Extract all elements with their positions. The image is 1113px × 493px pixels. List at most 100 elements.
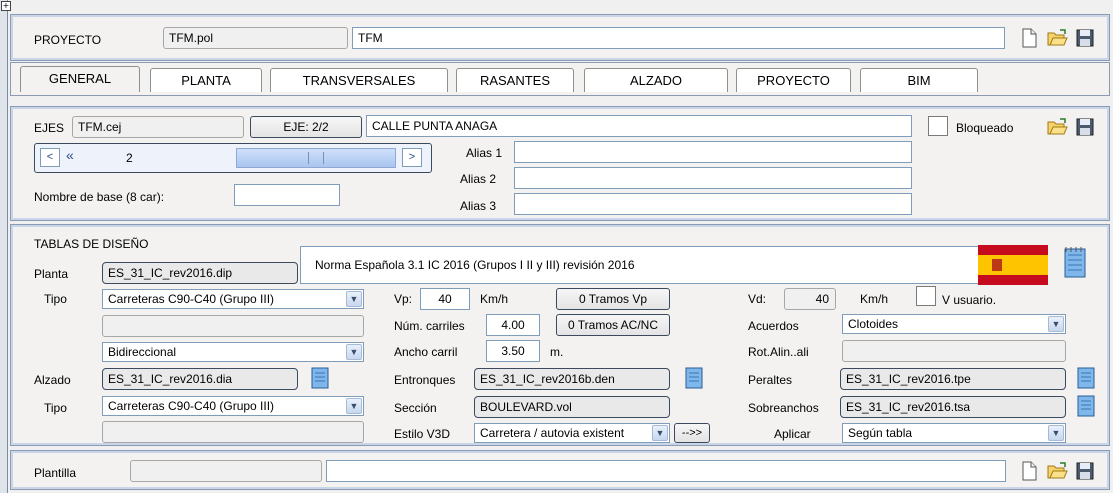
- acuerdos-select[interactable]: Clotoides ▼: [842, 314, 1066, 334]
- entronques-notepad-icon[interactable]: [684, 366, 704, 390]
- alias3-label: Alias 3: [460, 199, 497, 213]
- nav-first-icon[interactable]: «: [66, 147, 74, 163]
- bloqueado-label: Bloqueado: [956, 121, 1014, 135]
- alias2-input[interactable]: [514, 167, 912, 189]
- vp-label: Vp:: [394, 292, 413, 306]
- notepad-icon[interactable]: [1062, 246, 1088, 280]
- tab-general[interactable]: GENERAL: [20, 66, 140, 92]
- ancho-unit: m.: [550, 345, 564, 359]
- nav-slider-thumb[interactable]: [308, 152, 324, 164]
- peraltes-notepad-icon[interactable]: [1076, 366, 1096, 390]
- new-document-icon[interactable]: [1018, 27, 1040, 49]
- estilo-select-value: Carretera / autovia existent: [480, 426, 625, 440]
- rotalin-label: Rot.Alin..ali: [748, 345, 809, 359]
- sobreanchos-notepad-icon[interactable]: [1076, 394, 1096, 418]
- plantilla-file-field[interactable]: [130, 460, 322, 482]
- nombre-base-input[interactable]: [234, 184, 340, 206]
- dock-bar: [0, 0, 8, 493]
- ancho-input[interactable]: 3.50: [486, 340, 540, 362]
- alias3-input[interactable]: [514, 193, 912, 215]
- rotalin-field: [842, 340, 1066, 362]
- entronques-file-field[interactable]: ES_31_IC_rev2016b.den: [474, 368, 670, 390]
- sobreanchos-file-field[interactable]: ES_31_IC_rev2016.tsa: [840, 396, 1066, 418]
- peraltes-file-field[interactable]: ES_31_IC_rev2016.tpe: [840, 368, 1066, 390]
- aplicar-label: Aplicar: [774, 427, 811, 441]
- ejes-open-folder-icon[interactable]: [1046, 116, 1068, 138]
- chevron-down-icon[interactable]: ▼: [1048, 425, 1064, 441]
- proyecto-name-input[interactable]: TFM: [352, 27, 1005, 49]
- alias1-input[interactable]: [514, 141, 912, 163]
- norma-field: Norma Española 3.1 IC 2016 (Grupos I II …: [300, 246, 1046, 284]
- aplicar-select-value: Según tabla: [848, 426, 913, 440]
- tramos-acnc-button[interactable]: 0 Tramos AC/NC: [556, 314, 670, 336]
- aplicar-select[interactable]: Según tabla ▼: [842, 423, 1066, 443]
- proyecto-file-field[interactable]: TFM.pol: [163, 27, 348, 49]
- tipo-blank-field: [102, 315, 364, 337]
- ancho-label: Ancho carril: [394, 345, 458, 359]
- tipo2-select-value: Carreteras C90-C40 (Grupo III): [108, 399, 275, 413]
- carriles-label: Núm. carriles: [394, 319, 465, 333]
- nav-next-button[interactable]: >: [402, 148, 422, 167]
- nav-value: 2: [126, 151, 133, 165]
- peraltes-label: Peraltes: [748, 373, 793, 387]
- alias2-label: Alias 2: [460, 172, 497, 186]
- planta-label: Planta: [34, 267, 69, 281]
- tab-alzado[interactable]: ALZADO: [584, 68, 728, 92]
- planta-file-field[interactable]: ES_31_IC_rev2016.dip: [102, 262, 298, 284]
- tipo2-label: Tipo: [44, 401, 67, 415]
- ejes-file-field[interactable]: TFM.cej: [72, 116, 244, 138]
- chevron-down-icon[interactable]: ▼: [346, 291, 362, 307]
- tipo2-blank-field: [102, 421, 364, 443]
- alzado-notepad-icon[interactable]: [310, 366, 330, 390]
- chevron-down-icon[interactable]: ▼: [346, 344, 362, 360]
- sobreanchos-label: Sobreanchos: [748, 401, 819, 415]
- estilo-go-button[interactable]: -->>: [674, 423, 710, 443]
- vd-unit: Km/h: [860, 292, 889, 306]
- acuerdos-select-value: Clotoides: [848, 317, 899, 331]
- bloqueado-checkbox[interactable]: [928, 116, 948, 136]
- nav-prev-button[interactable]: <: [40, 148, 60, 167]
- tipo-select[interactable]: Carreteras C90-C40 (Grupo III) ▼: [102, 289, 364, 309]
- tablas-title: TABLAS DE DISEÑO: [34, 237, 149, 251]
- tab-transversales[interactable]: TRANSVERSALES: [270, 68, 448, 92]
- tab-planta[interactable]: PLANTA: [150, 68, 262, 92]
- vd-label: Vd:: [748, 292, 767, 306]
- carriles-input[interactable]: 4.00: [486, 314, 540, 336]
- plantilla-name-input[interactable]: [326, 460, 1006, 482]
- vusuario-label: V usuario.: [942, 293, 997, 307]
- alzado-label: Alzado: [34, 373, 71, 387]
- proyecto-label: PROYECTO: [34, 33, 102, 47]
- alias1-label: Alias 1: [466, 146, 503, 160]
- tab-proyecto[interactable]: PROYECTO: [736, 68, 851, 92]
- chevron-down-icon[interactable]: ▼: [652, 425, 668, 441]
- eje-name-input[interactable]: CALLE PUNTA ANAGA: [366, 115, 912, 137]
- save-disk-icon[interactable]: [1074, 27, 1096, 49]
- plantilla-open-folder-icon[interactable]: [1046, 460, 1068, 482]
- estilo-label: Estilo V3D: [394, 427, 451, 441]
- chevron-down-icon[interactable]: ▼: [1048, 316, 1064, 332]
- direccion-select[interactable]: Bidireccional ▼: [102, 342, 364, 362]
- vd-field: 40: [784, 288, 836, 310]
- tab-bim[interactable]: BIM: [860, 68, 978, 92]
- direccion-select-value: Bidireccional: [108, 345, 177, 359]
- ejes-save-disk-icon[interactable]: [1074, 116, 1096, 138]
- tipo-label: Tipo: [44, 292, 67, 306]
- entronques-label: Entronques: [394, 373, 456, 387]
- acuerdos-label: Acuerdos: [748, 319, 799, 333]
- tab-rasantes[interactable]: RASANTES: [456, 68, 574, 92]
- vp-unit: Km/h: [480, 292, 509, 306]
- eje-select-button[interactable]: EJE: 2/2: [250, 116, 362, 138]
- estilo-select[interactable]: Carretera / autovia existent ▼: [474, 423, 670, 443]
- tipo2-select[interactable]: Carreteras C90-C40 (Grupo III) ▼: [102, 396, 364, 416]
- chevron-down-icon[interactable]: ▼: [346, 398, 362, 414]
- vp-input[interactable]: 40: [420, 288, 470, 310]
- pin-icon[interactable]: +: [1, 1, 11, 11]
- plantilla-save-disk-icon[interactable]: [1074, 460, 1096, 482]
- open-folder-icon[interactable]: [1046, 27, 1068, 49]
- alzado-file-field[interactable]: ES_31_IC_rev2016.dia: [102, 368, 298, 390]
- tramos-vp-button[interactable]: 0 Tramos Vp: [556, 288, 670, 310]
- seccion-file-field[interactable]: BOULEVARD.vol: [474, 396, 670, 418]
- nombre-base-label: Nombre de base (8 car):: [34, 190, 165, 204]
- plantilla-new-document-icon[interactable]: [1018, 460, 1040, 482]
- vusuario-checkbox[interactable]: [916, 286, 936, 306]
